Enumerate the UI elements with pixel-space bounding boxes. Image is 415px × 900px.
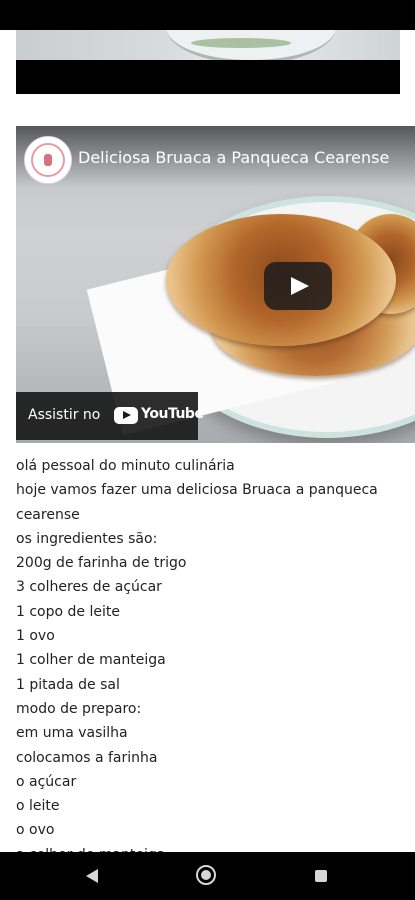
home-icon[interactable] — [196, 865, 216, 885]
youtube-embed[interactable]: Deliciosa Bruaca a Panqueca Cearense Ass… — [16, 126, 415, 443]
description-line: os ingredientes são: — [16, 530, 158, 547]
description-line: 1 pitada de sal — [16, 676, 120, 693]
youtube-logo: YouTube — [114, 405, 204, 427]
recents-icon[interactable] — [315, 870, 327, 882]
video-header: Deliciosa Bruaca a Panqueca Cearense — [16, 126, 415, 188]
status-bar — [0, 0, 415, 30]
description-line: 3 colheres de açúcar — [16, 579, 162, 596]
image-caption-bar — [16, 60, 400, 94]
description-line: 200g de farinha de trigo — [16, 555, 187, 572]
description-line: o ovo — [16, 822, 55, 839]
description-line: 1 ovo — [16, 628, 55, 645]
description-line: olá pessoal do minuto culinária — [16, 458, 235, 474]
play-button[interactable] — [264, 262, 332, 310]
avatar-figure — [44, 154, 52, 166]
back-icon[interactable] — [86, 869, 98, 883]
description-line: em uma vasilha — [16, 725, 128, 742]
play-icon — [291, 277, 309, 295]
channel-avatar[interactable] — [24, 136, 72, 184]
youtube-play-icon — [114, 407, 138, 424]
youtube-logo-text: YouTube — [141, 406, 204, 422]
previous-image-bottom — [16, 30, 400, 60]
description-line: 1 colher de manteiga — [16, 652, 166, 669]
video-description: olá pessoal do minuto culinária hoje vam… — [16, 454, 400, 867]
description-line: modo de preparo: — [16, 700, 142, 717]
watch-on-label: Assistir no — [28, 407, 101, 423]
system-navigation-bar — [0, 852, 415, 900]
description-line: o açúcar — [16, 773, 77, 790]
watch-on-youtube-button[interactable]: Assistir no YouTube — [16, 392, 204, 440]
description-line: 1 copo de leite — [16, 603, 120, 620]
description-line: hoje vamos fazer uma deliciosa Bruaca a … — [16, 482, 378, 499]
video-title[interactable]: Deliciosa Bruaca a Panqueca Cearense — [78, 148, 389, 167]
description-line: o leite — [16, 798, 60, 815]
plate-rim-shape — [191, 38, 291, 48]
description-line: colocamos a farinha — [16, 749, 158, 766]
description-line: cearense — [16, 506, 80, 523]
